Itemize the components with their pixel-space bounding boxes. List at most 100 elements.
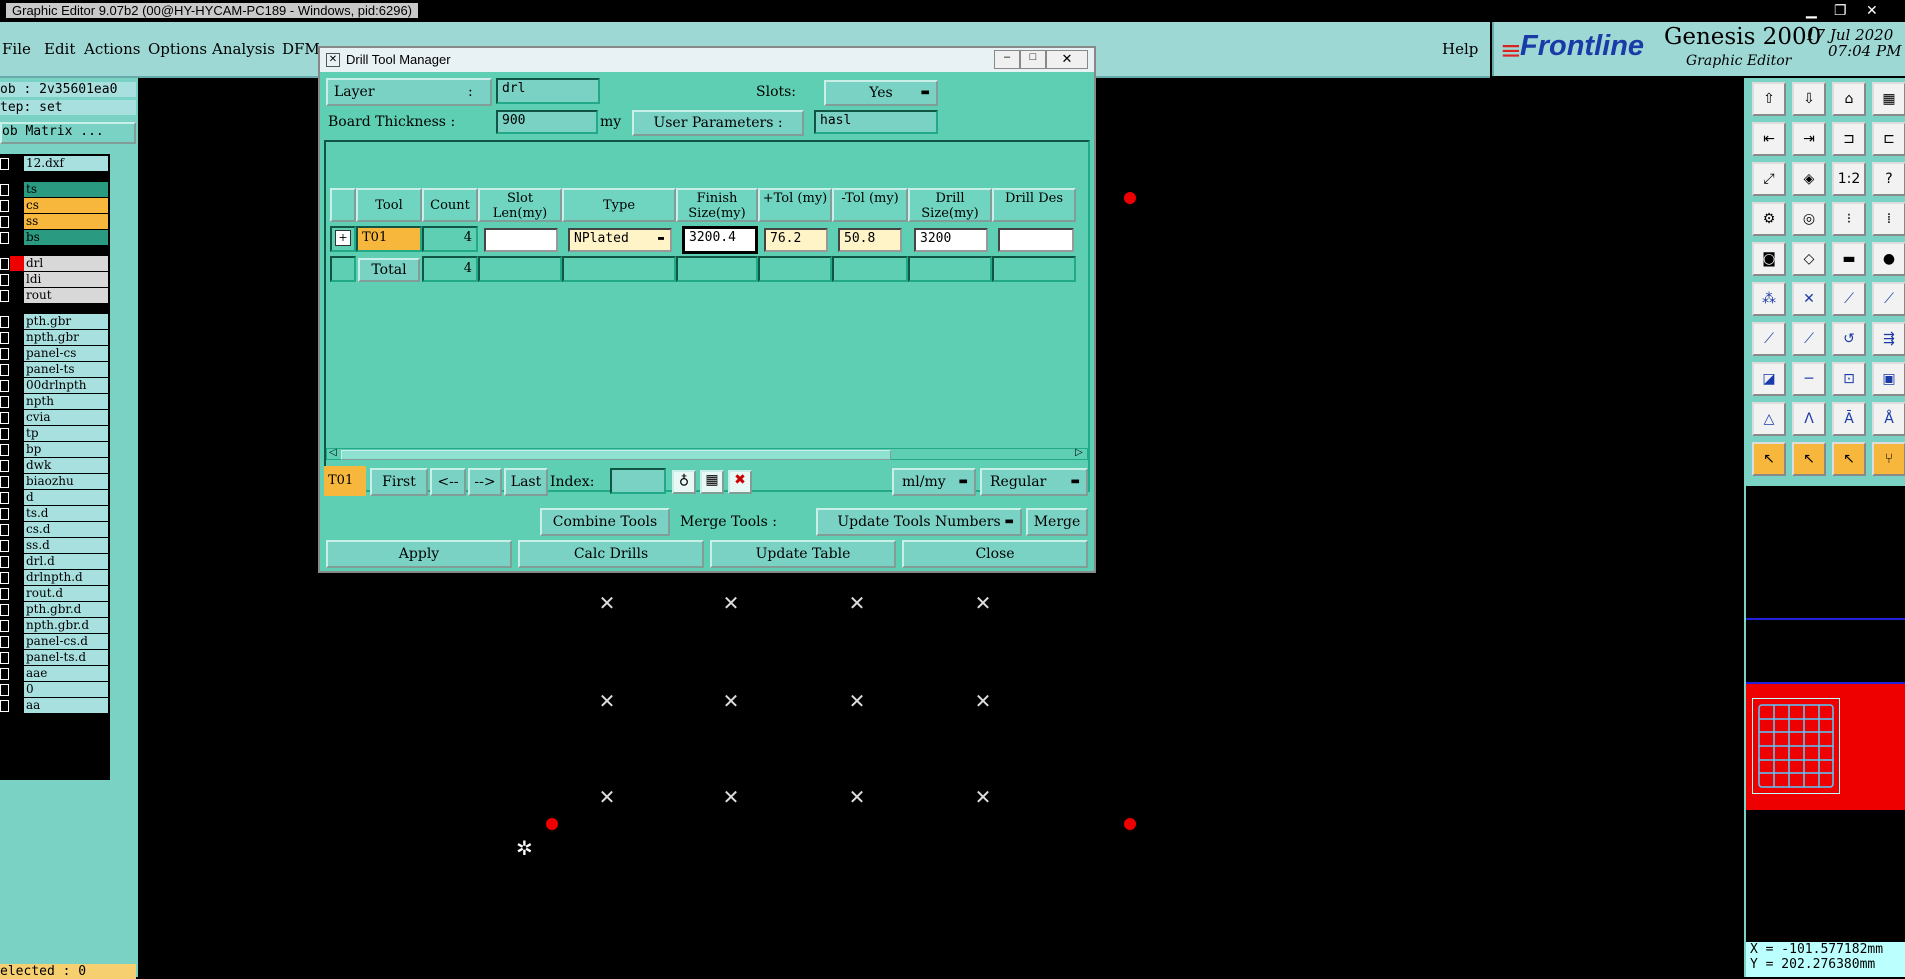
layer-field[interactable]: drl: [496, 78, 600, 104]
layer-checkbox[interactable]: [0, 216, 9, 228]
update-table-button[interactable]: Update Table: [710, 540, 896, 568]
measure-icon[interactable]: ⁝: [1832, 202, 1866, 236]
triangle-icon[interactable]: △: [1752, 402, 1786, 436]
maximize-icon[interactable]: □: [1020, 50, 1046, 69]
drill-des-field[interactable]: [998, 228, 1074, 252]
layer-checkbox[interactable]: [0, 556, 9, 568]
menu-dfm[interactable]: DFM: [282, 40, 320, 58]
layer-row[interactable]: npth.gbr: [0, 330, 108, 345]
minimize-icon[interactable]: ▁: [1806, 2, 1817, 19]
layer-checkbox[interactable]: [0, 396, 9, 408]
layer-row[interactable]: pth.gbr.d: [0, 602, 108, 617]
scroll-right-icon[interactable]: ▷: [1075, 447, 1083, 458]
help-icon[interactable]: ?: [1872, 162, 1905, 196]
overview-panel-area[interactable]: [1746, 684, 1905, 810]
layer-row[interactable]: d: [0, 490, 108, 505]
layer-row[interactable]: dwk: [0, 458, 108, 473]
layer-checkbox[interactable]: [0, 444, 9, 456]
layer-checkbox[interactable]: [0, 620, 9, 632]
layer-checkbox[interactable]: [0, 200, 9, 212]
layer-row[interactable]: ts.d: [0, 506, 108, 521]
index-field[interactable]: [610, 468, 666, 494]
layer-checkbox[interactable]: [0, 316, 9, 328]
layer-checkbox[interactable]: [0, 380, 9, 392]
layout-icon[interactable]: ▦: [1872, 82, 1905, 116]
board-thickness-field[interactable]: 900: [496, 110, 598, 134]
zoom-icon[interactable]: ◈: [1792, 162, 1826, 196]
layer-checkbox[interactable]: [0, 274, 9, 286]
home-icon[interactable]: ⌂: [1832, 82, 1866, 116]
layer-row[interactable]: biaozhu: [0, 474, 108, 489]
close-icon[interactable]: ✕: [1046, 50, 1088, 69]
combine-tools-button[interactable]: Combine Tools: [540, 508, 670, 536]
connect-icon[interactable]: ⟋: [1832, 282, 1866, 316]
type-dropdown[interactable]: NPlated ▬: [568, 228, 672, 252]
layer-row[interactable]: ldi: [0, 272, 108, 287]
properties-icon[interactable]: ⚙: [1752, 202, 1786, 236]
import-icon[interactable]: ⇤: [1752, 122, 1786, 156]
layer-row[interactable]: rout: [0, 288, 108, 303]
group-icon[interactable]: ▣: [1872, 362, 1905, 396]
scale-icon[interactable]: 1:2: [1832, 162, 1866, 196]
menu-edit[interactable]: Edit: [44, 40, 75, 58]
a-arc-icon[interactable]: Å: [1872, 402, 1905, 436]
select-icon[interactable]: ⁞: [1872, 202, 1905, 236]
export-icon[interactable]: ⇥: [1792, 122, 1826, 156]
layer-checkbox[interactable]: [0, 364, 9, 376]
row-select-cell[interactable]: +: [330, 226, 356, 252]
restore-icon[interactable]: ❐: [1834, 2, 1847, 19]
layer-row[interactable]: rout.d: [0, 586, 108, 601]
slash-icon[interactable]: ⟋: [1792, 322, 1826, 356]
horizontal-scrollbar[interactable]: ◁ ▷: [326, 447, 1088, 460]
layer-checkbox[interactable]: [0, 700, 9, 712]
circle-icon[interactable]: ●: [1872, 242, 1905, 276]
pointer-icon[interactable]: ↖: [1752, 442, 1786, 476]
layer-checkbox[interactable]: [0, 588, 9, 600]
layer-row[interactable]: npth.gbr.d: [0, 618, 108, 633]
draw-icon[interactable]: ⟋: [1752, 322, 1786, 356]
tree-icon[interactable]: ⑂: [1872, 442, 1905, 476]
last-button[interactable]: Last: [504, 468, 548, 496]
layer-checkbox[interactable]: [0, 668, 9, 680]
pad-icon[interactable]: ◙: [1752, 242, 1786, 276]
first-button[interactable]: First: [370, 468, 428, 496]
calc-drills-button[interactable]: Calc Drills: [518, 540, 704, 568]
shape-icon[interactable]: ◇: [1792, 242, 1826, 276]
layer-row[interactable]: bs: [0, 230, 108, 245]
user-parameters-field[interactable]: hasl: [814, 110, 938, 134]
plus-tol-field[interactable]: 76.2: [764, 228, 828, 252]
layer-row[interactable]: aae: [0, 666, 108, 681]
cross-icon[interactable]: ✕: [1792, 282, 1826, 316]
layer-row[interactable]: ts: [0, 182, 108, 197]
layer-row[interactable]: 00drlnpth: [0, 378, 108, 393]
layer-row[interactable]: cvia: [0, 410, 108, 425]
slot-len-field[interactable]: [484, 228, 558, 252]
pin-icon[interactable]: ◪: [1752, 362, 1786, 396]
layer-row[interactable]: 12.dxf: [0, 156, 108, 171]
menu-analysis[interactable]: Analysis: [212, 40, 275, 58]
layer-checkbox[interactable]: [0, 158, 9, 170]
close-button[interactable]: Close: [902, 540, 1088, 568]
units-dropdown[interactable]: ml/my ▬: [892, 468, 976, 496]
layer-row[interactable]: drl.d: [0, 554, 108, 569]
expand-icon[interactable]: +: [335, 230, 351, 246]
layer-checkbox[interactable]: [0, 652, 9, 664]
a-icon[interactable]: Λ: [1792, 402, 1826, 436]
menu-file[interactable]: File: [2, 40, 31, 58]
layer-checkbox[interactable]: [0, 684, 9, 696]
finish-size-field[interactable]: 3200.4: [682, 226, 758, 254]
layer-checkbox[interactable]: [0, 508, 9, 520]
user-parameters-button[interactable]: User Parameters :: [632, 110, 804, 136]
scrollbar-thumb[interactable]: [341, 450, 891, 460]
layer-row[interactable]: ss: [0, 214, 108, 229]
layer-checkbox[interactable]: [0, 428, 9, 440]
previous-button[interactable]: <--: [430, 468, 466, 496]
layer-checkbox[interactable]: [0, 258, 9, 270]
layer-row[interactable]: drl: [0, 256, 108, 271]
layer-row[interactable]: ss.d: [0, 538, 108, 553]
merge-button[interactable]: Merge: [1026, 508, 1088, 536]
line-icon[interactable]: ▬: [1832, 242, 1866, 276]
merge-option-dropdown[interactable]: Update Tools Numbers ▬: [816, 508, 1022, 536]
minus-tol-field[interactable]: 50.8: [838, 228, 902, 252]
route-icon[interactable]: ⇶: [1872, 322, 1905, 356]
